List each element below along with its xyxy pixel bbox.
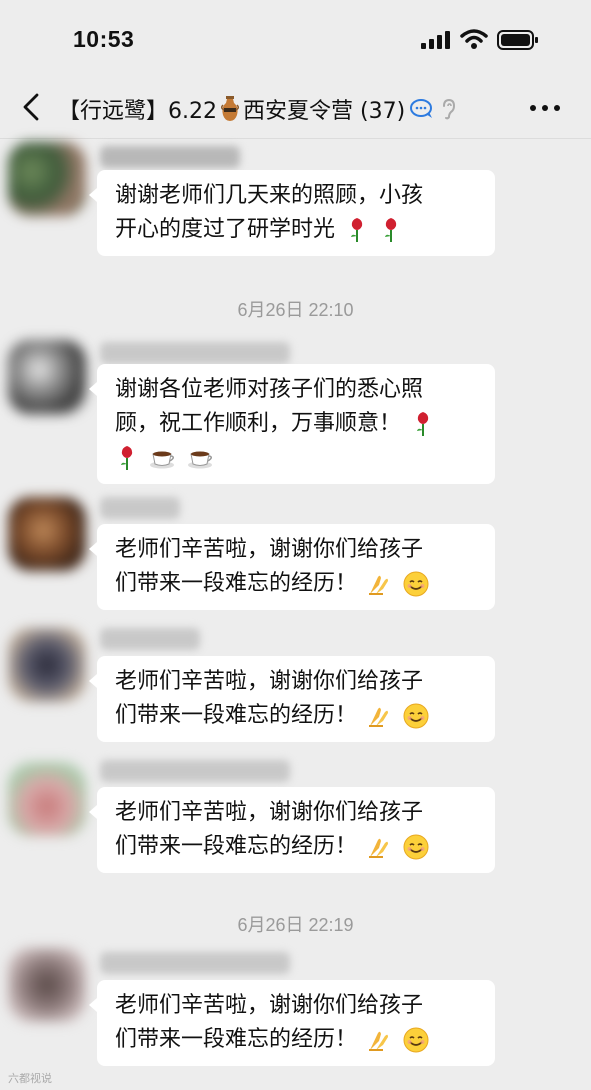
signal-icon [421,31,450,49]
avatar[interactable] [8,340,86,414]
rose-icon [385,218,397,242]
chat-bubbles-icon [410,99,433,118]
message-bubble[interactable]: 谢谢老师们几天来的照顾，小孩 开心的度过了研学时光 [89,170,495,256]
smile-icon [403,703,429,729]
rose-icon [121,446,133,470]
ear-icon [443,98,456,120]
rose-icon [351,218,363,242]
message-bubble[interactable]: 老师们辛苦啦，谢谢你们给孩子 们带来一段难忘的经历！ [89,980,495,1066]
avatar[interactable] [8,948,86,1022]
sender-name [100,760,290,782]
chat-header: 【行远鹭】6.22 西安夏令营 (37) [0,80,591,139]
folded-hands-icon [369,707,389,727]
sender-name [100,497,180,519]
chat-title-name: 西安夏令营 (37) [243,99,406,124]
avatar[interactable] [8,628,86,702]
amphora-icon [221,96,239,121]
smile-icon [403,834,429,860]
smile-icon [403,571,429,597]
chat-title-prefix: 【行远鹭】6.22 [58,99,217,124]
more-icon[interactable] [528,98,562,118]
avatar[interactable] [8,142,86,216]
watermark: 六都视说 [8,1072,52,1085]
chat-title[interactable]: 【行远鹭】6.22 西安夏令营 (37) [58,92,458,126]
back-icon[interactable] [18,92,44,122]
folded-hands-icon [369,838,389,858]
avatar[interactable] [8,762,86,836]
sender-name [100,952,290,974]
sender-name [100,146,240,168]
status-bar: 10:53 [0,0,591,80]
folded-hands-icon [369,575,389,595]
message-bubble[interactable]: 老师们辛苦啦，谢谢你们给孩子 们带来一段难忘的经历！ [89,524,495,610]
smile-icon [403,1027,429,1053]
message-bubble[interactable]: 谢谢各位老师对孩子们的悉心照 顾，祝工作顺利，万事顺意！ [89,364,495,484]
coffee-icon [150,451,174,469]
timestamp: 6月26日 22:19 [237,915,354,935]
rose-icon [417,412,429,436]
folded-hands-icon [369,1031,389,1051]
coffee-icon [188,451,212,469]
battery-icon [497,30,538,50]
message-bubble[interactable]: 老师们辛苦啦，谢谢你们给孩子 们带来一段难忘的经历！ [89,656,495,742]
status-time: 10:53 [73,26,135,52]
sender-name [100,342,290,364]
sender-name [100,628,200,650]
avatar[interactable] [8,497,86,571]
message-bubble[interactable]: 老师们辛苦啦，谢谢你们给孩子 们带来一段难忘的经历！ [89,787,495,873]
timestamp: 6月26日 22:10 [237,300,354,320]
wifi-icon [460,29,488,49]
